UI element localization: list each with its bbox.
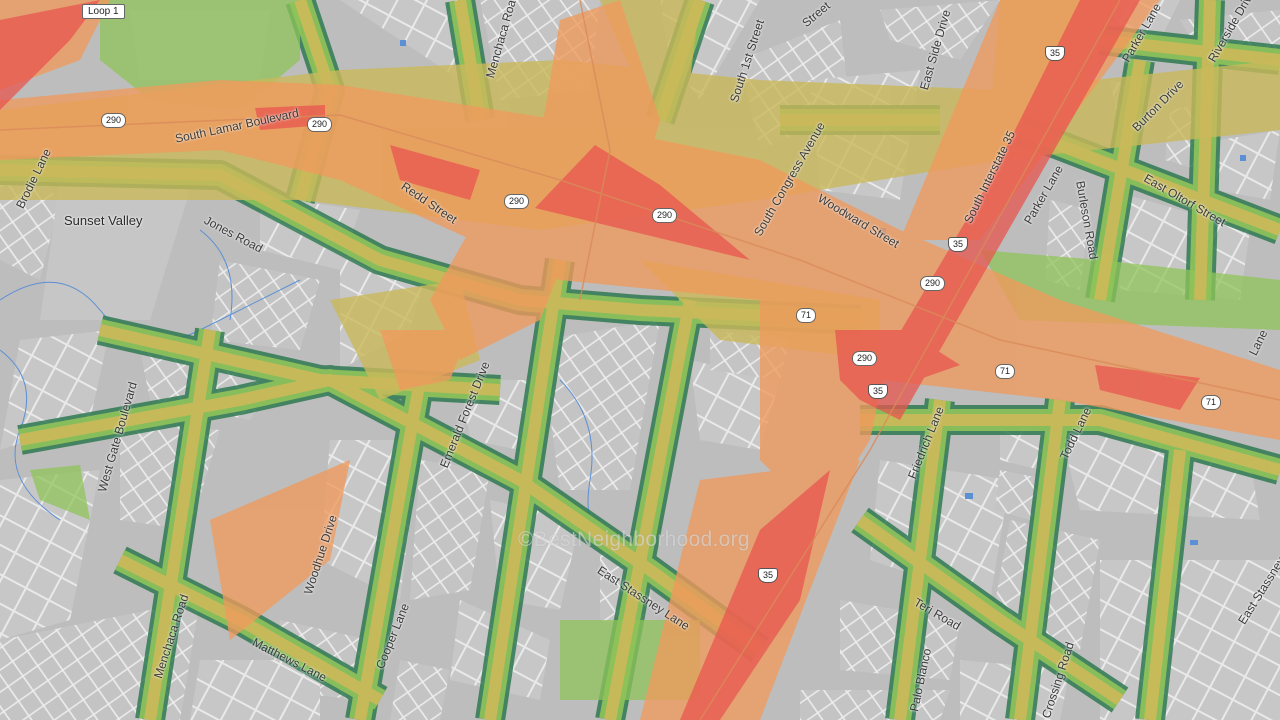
us290-shield: 290	[504, 194, 530, 209]
us290-shield: 290	[920, 276, 946, 291]
tx71-shield: 71	[1201, 395, 1222, 410]
us290-shield: 290	[101, 113, 127, 128]
i35-shield: 35	[868, 384, 889, 399]
us290-shield: 290	[307, 117, 333, 132]
i35-shield: 35	[948, 237, 969, 252]
tx71-shield: 71	[995, 364, 1016, 379]
tx71-shield: 71	[796, 308, 817, 323]
label-sunset-valley: Sunset Valley	[64, 213, 143, 228]
us290-shield: 290	[652, 208, 678, 223]
i35-shield: 35	[1045, 46, 1066, 61]
map-view[interactable]: Loop 1 Menchaca Road South 1st Street St…	[0, 0, 1280, 720]
i35-shield: 35	[758, 568, 779, 583]
watermark: ©BestNeighborhood.org	[518, 528, 750, 551]
loop1-shield: Loop 1	[82, 4, 125, 19]
map-canvas[interactable]	[0, 0, 1280, 720]
us290-shield: 290	[852, 351, 878, 366]
